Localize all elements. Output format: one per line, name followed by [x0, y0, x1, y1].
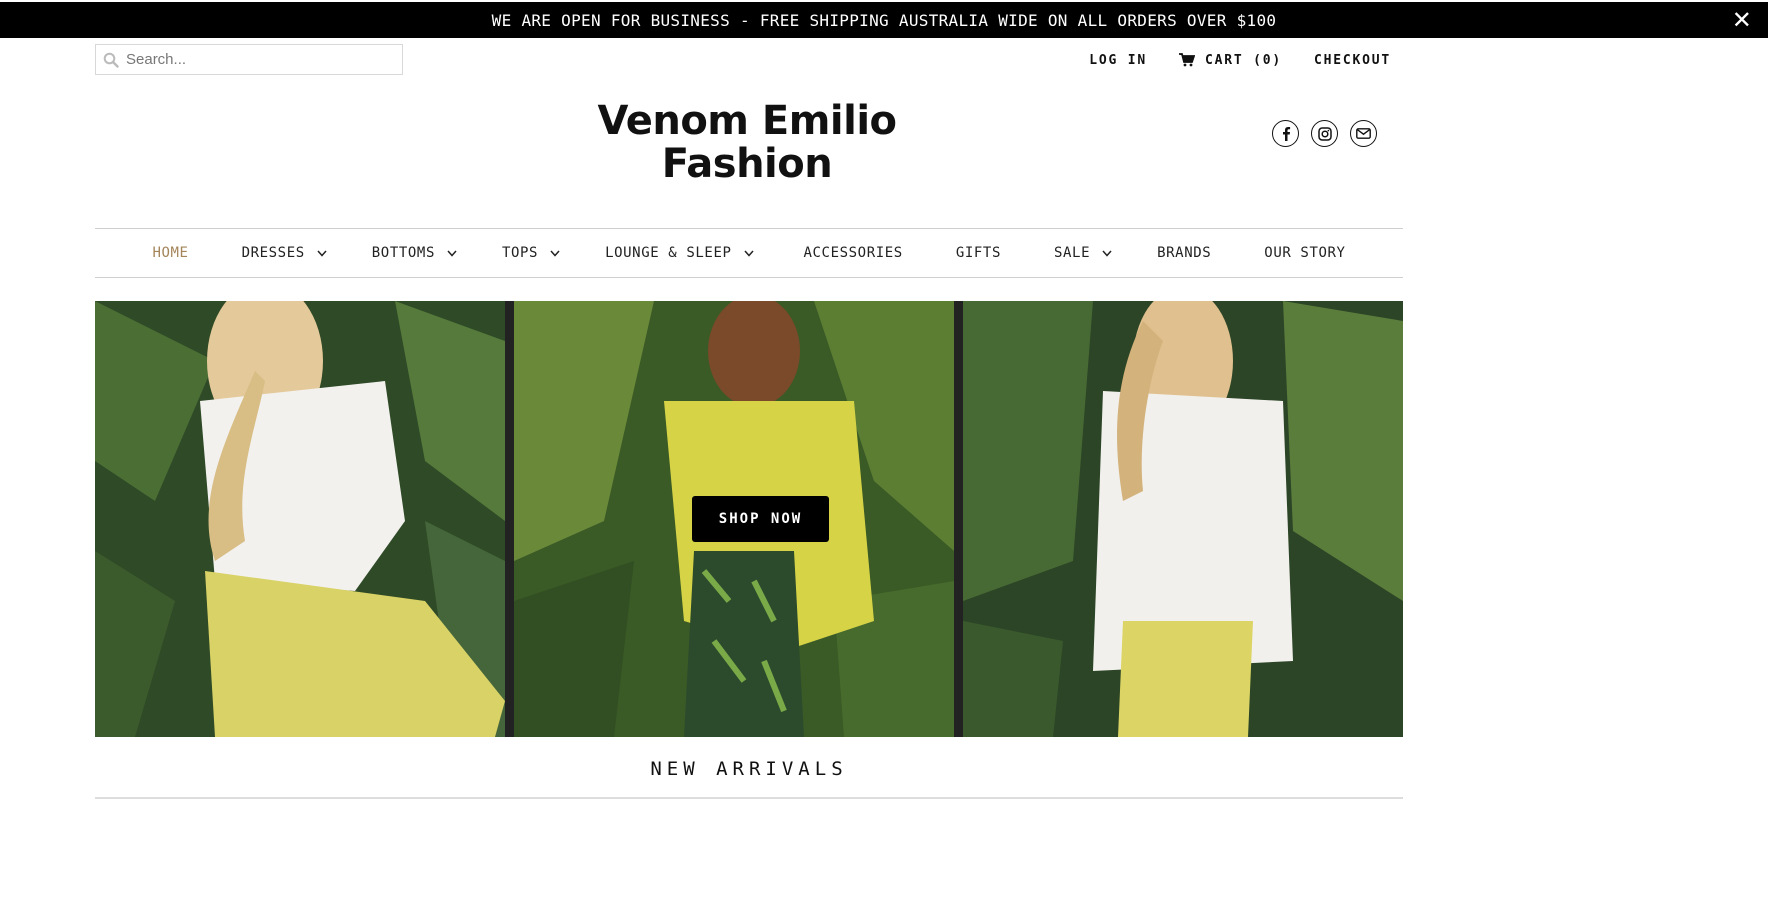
- nav-label: BRANDS: [1157, 245, 1212, 261]
- nav-item-bottoms[interactable]: BOTTOMS: [372, 245, 457, 261]
- chevron-down-icon: [1102, 250, 1112, 257]
- login-link[interactable]: LOG IN: [1089, 53, 1147, 68]
- site-logo[interactable]: Venom Emilio Fashion: [588, 100, 906, 192]
- nav-label: BOTTOMS: [371, 245, 435, 261]
- nav-label: GIFTS: [955, 245, 1001, 261]
- social-links: [1272, 120, 1377, 147]
- nav-item-accessories[interactable]: ACCESSORIES: [804, 245, 903, 261]
- search-input[interactable]: [126, 45, 402, 74]
- hero-image-right: [963, 301, 1403, 737]
- nav-label: TOPS: [501, 245, 539, 261]
- nav-label: ACCESSORIES: [803, 245, 903, 261]
- hero-image-left: [95, 301, 505, 737]
- chevron-down-icon: [550, 250, 560, 257]
- nav-item-gifts[interactable]: GIFTS: [956, 245, 1001, 261]
- nav-item-brands[interactable]: BRANDS: [1157, 245, 1211, 261]
- cart-icon: [1178, 53, 1195, 67]
- logo-line-1: Venom Emilio: [597, 98, 897, 144]
- shop-now-button[interactable]: SHOP NOW: [692, 496, 829, 542]
- search-icon: [96, 44, 126, 75]
- facebook-icon[interactable]: [1272, 120, 1299, 147]
- nav-item-our-story[interactable]: OUR STORY: [1264, 245, 1345, 261]
- announcement-text: WE ARE OPEN FOR BUSINESS - FREE SHIPPING…: [491, 10, 1277, 30]
- instagram-icon[interactable]: [1311, 120, 1338, 147]
- nav-label: OUR STORY: [1264, 245, 1346, 261]
- chevron-down-icon: [743, 250, 754, 257]
- logo-line-2: Fashion: [661, 141, 833, 187]
- nav-label: HOME: [152, 245, 189, 261]
- chevron-down-icon: [447, 250, 457, 257]
- section-title: NEW ARRIVALS: [650, 758, 848, 780]
- account-links: LOG IN CART (0) CHECKOUT: [1089, 50, 1391, 70]
- cart-label: CART (0): [1204, 52, 1282, 68]
- cart-link[interactable]: CART (0): [1178, 52, 1282, 68]
- chevron-down-icon: [317, 250, 327, 257]
- nav-item-sale[interactable]: SALE: [1054, 245, 1112, 261]
- section-divider: [95, 797, 1403, 799]
- nav-label: LOUNGE & SLEEP: [605, 245, 732, 261]
- search-box[interactable]: [95, 44, 403, 75]
- nav-label: DRESSES: [241, 245, 305, 261]
- announcement-bar: WE ARE OPEN FOR BUSINESS - FREE SHIPPING…: [0, 2, 1768, 38]
- nav-item-dresses[interactable]: DRESSES: [242, 245, 327, 261]
- main-navigation: HOME DRESSES BOTTOMS TOPS LOUNGE & SLEEP…: [95, 228, 1403, 278]
- nav-item-home[interactable]: HOME: [152, 245, 188, 261]
- checkout-link[interactable]: CHECKOUT: [1314, 53, 1391, 68]
- nav-item-lounge-sleep[interactable]: LOUNGE & SLEEP: [605, 245, 754, 261]
- nav-label: SALE: [1053, 245, 1091, 261]
- close-icon[interactable]: ✕: [1730, 8, 1754, 32]
- nav-item-tops[interactable]: TOPS: [502, 245, 560, 261]
- email-icon[interactable]: [1350, 120, 1377, 147]
